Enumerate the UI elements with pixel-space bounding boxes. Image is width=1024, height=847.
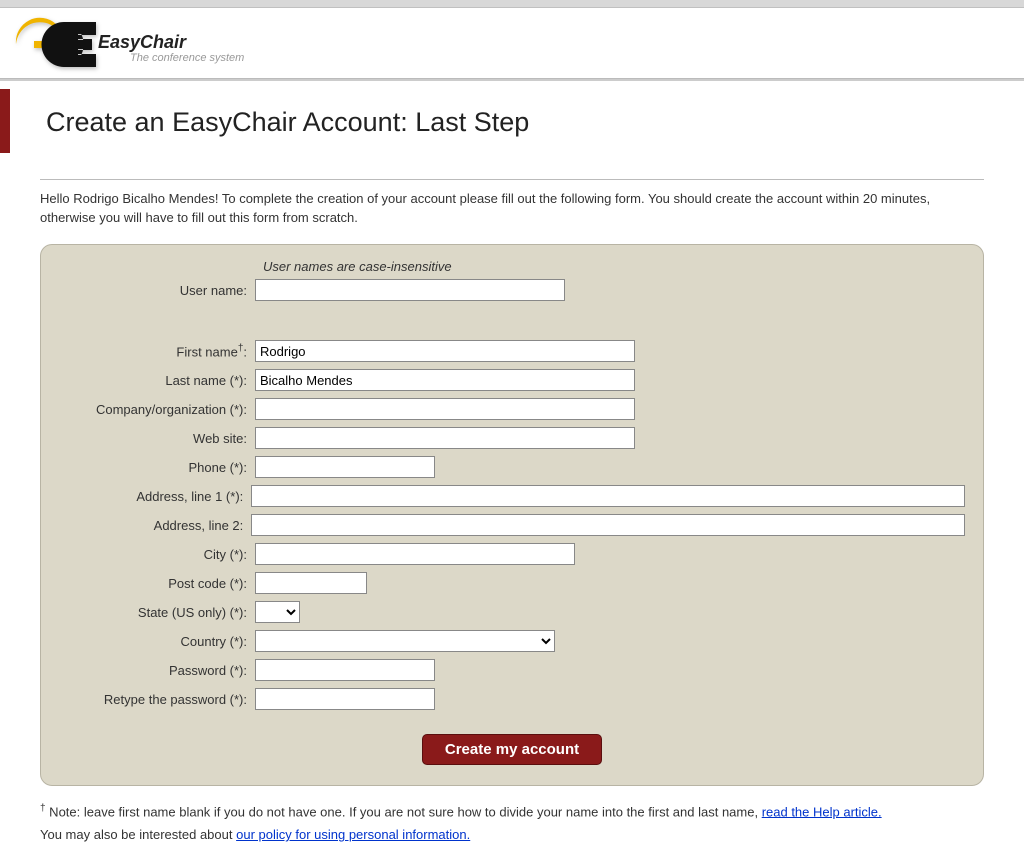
label-company: Company/organization (*): [59,402,255,417]
row-address1: Address, line 1 (*): [59,484,965,509]
label-city: City (*): [59,547,255,562]
title-row: Create an EasyChair Account: Last Step [0,89,1024,153]
row-company: Company/organization (*): [59,397,965,422]
label-password2: Retype the password (*): [59,692,255,707]
form-container: User names are case-insensitive User nam… [40,244,984,786]
top-strip [0,0,1024,8]
divider [40,179,984,180]
red-accent-bar [0,89,10,153]
page-title: Create an EasyChair Account: Last Step [46,89,529,153]
footnote-text2: You may also be interested about [40,827,236,842]
row-postcode: Post code (*): [59,571,965,596]
help-article-link[interactable]: read the Help article. [762,804,882,819]
input-lastname[interactable] [255,369,635,391]
row-lastname: Last name (*): [59,368,965,393]
row-password2: Retype the password (*): [59,687,965,712]
row-website: Web site: [59,426,965,451]
label-postcode: Post code (*): [59,576,255,591]
label-address2: Address, line 2: [59,518,251,533]
label-phone: Phone (*): [59,460,255,475]
row-state: State (US only) (*): [59,600,965,625]
row-password: Password (*): [59,658,965,683]
label-country: Country (*): [59,634,255,649]
row-city: City (*): [59,542,965,567]
row-address2: Address, line 2: [59,513,965,538]
label-lastname: Last name (*): [59,373,255,388]
label-username: User name: [59,283,255,298]
label-firstname-colon: : [243,344,247,359]
separator-bar [0,79,1024,81]
logo-area: EasyChair The conference system [12,16,1024,72]
footnote-text1: Note: leave first name blank if you do n… [46,804,762,819]
select-country[interactable] [255,630,555,652]
row-firstname: First name†: [59,339,965,364]
row-country: Country (*): [59,629,965,654]
input-company[interactable] [255,398,635,420]
input-address2[interactable] [251,514,965,536]
brand-subtitle: The conference system [130,52,244,64]
footnote: † Note: leave first name blank if you do… [40,800,984,847]
instruction-text: Hello Rodrigo Bicalho Mendes! To complet… [40,190,984,228]
header: EasyChair The conference system [0,8,1024,79]
label-password: Password (*): [59,663,255,678]
label-firstname-text: First name [176,344,237,359]
row-phone: Phone (*): [59,455,965,480]
row-username: User name: [59,278,965,303]
policy-link[interactable]: our policy for using personal informatio… [236,827,470,842]
label-website: Web site: [59,431,255,446]
label-firstname: First name†: [59,343,255,359]
input-website[interactable] [255,427,635,449]
input-phone[interactable] [255,456,435,478]
input-username[interactable] [255,279,565,301]
label-address1: Address, line 1 (*): [59,489,251,504]
username-hint: User names are case-insensitive [263,259,965,274]
logo-icon [12,16,96,72]
label-state: State (US only) (*): [59,605,255,620]
input-firstname[interactable] [255,340,635,362]
select-state[interactable] [255,601,300,623]
logo-text: EasyChair The conference system [98,33,244,64]
input-postcode[interactable] [255,572,367,594]
input-address1[interactable] [251,485,965,507]
input-city[interactable] [255,543,575,565]
input-password[interactable] [255,659,435,681]
submit-row: Create my account [59,734,965,765]
content-area: Hello Rodrigo Bicalho Mendes! To complet… [0,179,1024,847]
brand-title: EasyChair [98,33,244,51]
create-account-button[interactable]: Create my account [422,734,602,765]
input-password2[interactable] [255,688,435,710]
